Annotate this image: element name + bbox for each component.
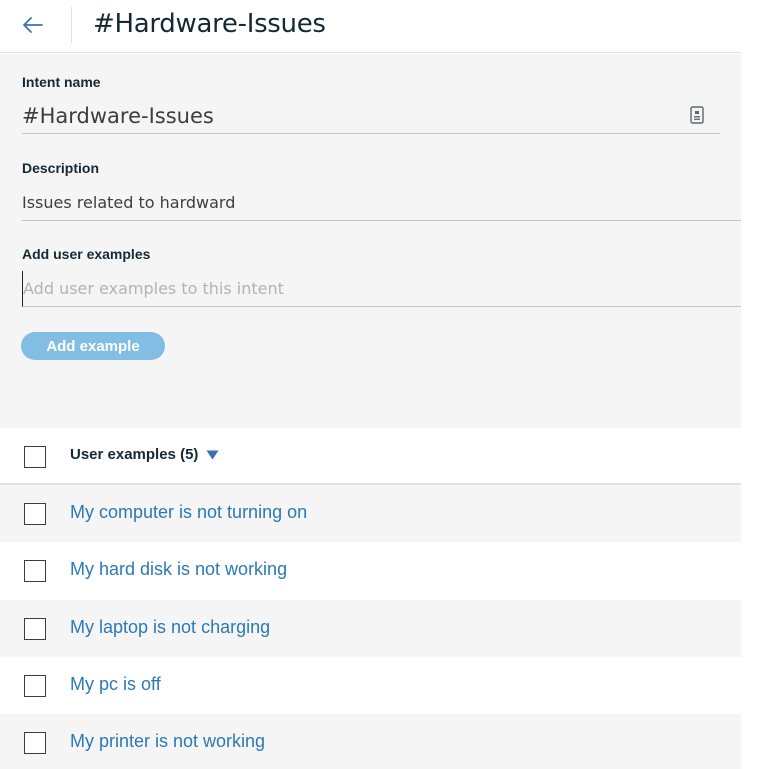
example-row: My hard disk is not working [0, 542, 741, 599]
page-header: #Hardware-Issues [0, 0, 741, 53]
example-checkbox[interactable] [24, 675, 46, 697]
back-button[interactable] [16, 10, 50, 40]
add-example-input[interactable] [22, 271, 741, 307]
example-text[interactable]: My laptop is not charging [70, 617, 270, 638]
caret-down-icon [206, 450, 219, 459]
example-row: My pc is off [0, 657, 741, 714]
add-example-button[interactable]: Add example [21, 332, 165, 360]
copy-icon[interactable] [690, 106, 704, 124]
example-checkbox[interactable] [24, 503, 46, 525]
example-text[interactable]: My hard disk is not working [70, 559, 287, 580]
example-row: My computer is not turning on [0, 485, 741, 542]
example-checkbox[interactable] [24, 618, 46, 640]
select-all-checkbox[interactable] [24, 446, 46, 468]
intent-form: Intent name Description Add user example… [0, 54, 741, 428]
user-examples-count-label: User examples (5) [70, 446, 199, 463]
arrow-left-icon [23, 17, 43, 33]
example-text[interactable]: My computer is not turning on [70, 502, 307, 523]
add-examples-label: Add user examples [22, 246, 151, 262]
example-text[interactable]: My printer is not working [70, 731, 265, 752]
examples-header: User examples (5) [0, 428, 741, 485]
description-input[interactable] [22, 185, 741, 221]
page-title: #Hardware-Issues [93, 9, 326, 39]
header-divider [71, 7, 72, 43]
example-checkbox[interactable] [24, 560, 46, 582]
example-row: My laptop is not charging [0, 600, 741, 657]
user-examples-sort[interactable]: User examples (5) [70, 446, 219, 463]
example-text[interactable]: My pc is off [70, 674, 161, 695]
description-label: Description [22, 160, 100, 176]
intent-name-input[interactable] [22, 98, 720, 134]
intent-name-label: Intent name [22, 74, 101, 90]
example-row: My printer is not working [0, 714, 741, 769]
example-checkbox[interactable] [24, 732, 46, 754]
